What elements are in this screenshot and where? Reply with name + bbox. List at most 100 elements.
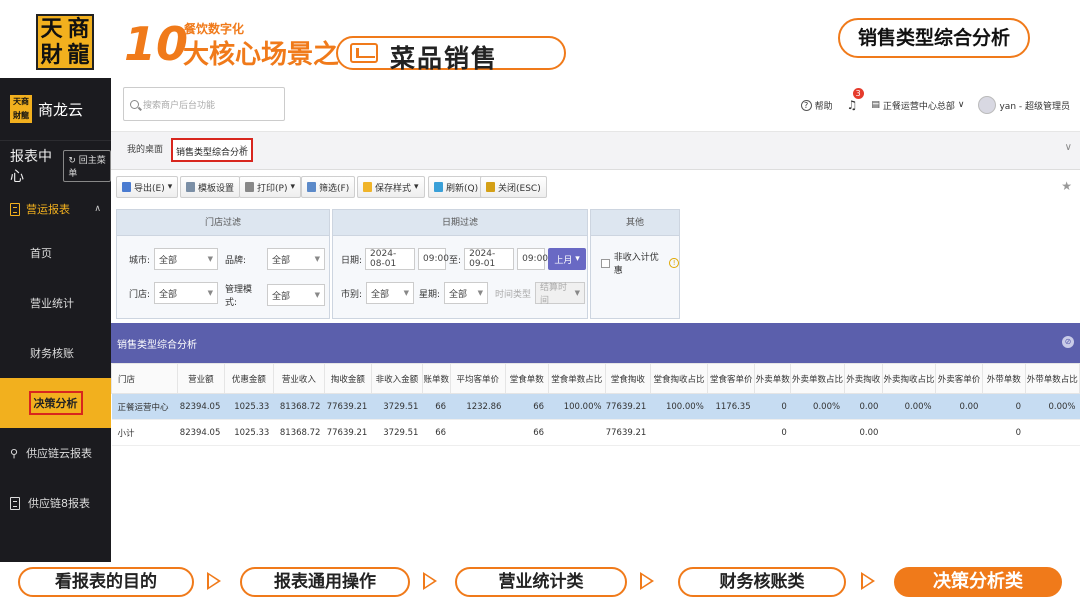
- non-income-checkbox[interactable]: [601, 258, 610, 268]
- section-title-pill: 销售类型综合分析: [838, 18, 1030, 58]
- mode-select[interactable]: 全部 ▼: [267, 284, 325, 306]
- table-cell: 77639.21: [324, 419, 372, 446]
- close-label: 关闭(ESC): [498, 183, 541, 194]
- close-button[interactable]: 关闭(ESC): [480, 176, 547, 198]
- shift-value: 全部: [371, 289, 390, 300]
- search-box[interactable]: 搜索商户后台功能: [123, 87, 285, 121]
- footer-item-finance[interactable]: 财务核账类: [678, 567, 846, 597]
- table-cell: 77639.21: [324, 393, 372, 420]
- column-header[interactable]: 账单数: [421, 363, 451, 394]
- shift-select[interactable]: 全部 ▼: [366, 282, 415, 304]
- to-label: 至:: [449, 255, 462, 266]
- column-header[interactable]: 外卖单数占比: [790, 363, 845, 394]
- footer-item-business-stats[interactable]: 营业统计类: [455, 567, 627, 597]
- org-switcher[interactable]: ▤ 正餐运营中心总部 ∨: [871, 99, 964, 112]
- column-header[interactable]: 堂食掏收占比: [649, 363, 709, 394]
- week-label: 星期:: [419, 289, 441, 300]
- column-header[interactable]: 外卖掏收占比: [881, 363, 937, 394]
- save-style-button[interactable]: 保存样式 ▾: [357, 176, 425, 198]
- store-select[interactable]: 全部 ▼: [154, 282, 219, 304]
- banner-number: 10: [124, 17, 189, 71]
- sidebar-item-decision-analysis[interactable]: 决策分析: [0, 378, 111, 428]
- chevron-down-icon: ▼: [314, 255, 320, 263]
- sidebar-brand: 天商財龍 商龙云: [0, 78, 111, 140]
- date-range: 日期: 2024-08-01 09:00 至: 2024-09-01 09:00…: [341, 248, 587, 270]
- table-cell: 3729.51: [371, 419, 423, 446]
- column-header[interactable]: 门店: [110, 363, 179, 394]
- column-header[interactable]: 堂食单数: [504, 363, 549, 394]
- chevron-down-icon[interactable]: ∨: [1065, 142, 1072, 153]
- report-title: 销售类型综合分析: [117, 339, 197, 351]
- time-from-input[interactable]: 09:00: [418, 248, 449, 270]
- search-input[interactable]: 搜索商户后台功能: [143, 98, 215, 111]
- column-header[interactable]: 堂食掏收: [605, 363, 651, 394]
- collapse-icon[interactable]: ⊘: [1062, 336, 1074, 348]
- table-row[interactable]: 正餐运营中心 82394.05 1025.33 81368.72 77639.21 372…: [111, 393, 1080, 420]
- column-header[interactable]: 外带单数: [981, 363, 1026, 394]
- report-icon: [10, 202, 20, 216]
- info-icon[interactable]: !: [669, 258, 679, 268]
- column-header[interactable]: 外带单数占比: [1024, 363, 1080, 394]
- sidebar-item-business-stats[interactable]: 营业统计: [0, 278, 111, 328]
- chevron-down-icon: ▼: [403, 289, 410, 297]
- column-header[interactable]: 外卖掏收: [843, 363, 883, 394]
- column-header[interactable]: 营业收入: [272, 363, 325, 394]
- footer-item-purpose[interactable]: 看报表的目的: [18, 567, 194, 597]
- time-type-select[interactable]: 结算时间 ▼: [535, 282, 586, 306]
- top-bar-actions: ? 帮助 ♫ 3 ▤ 正餐运营中心总部 ∨ yan - 超级管理员: [800, 78, 1070, 132]
- sidebar-item-finance[interactable]: 财务核账: [0, 328, 111, 378]
- notification-button[interactable]: ♫ 3: [847, 88, 864, 112]
- time-type-value: 结算时间: [540, 283, 568, 306]
- week-select[interactable]: 全部 ▼: [444, 282, 489, 304]
- sidebar-logo: 天商財龍: [10, 95, 32, 123]
- column-header[interactable]: 优惠金额: [223, 363, 274, 394]
- date-from-input[interactable]: 2024-08-01: [365, 248, 416, 270]
- back-to-main-button[interactable]: ↻ 回主菜单: [63, 149, 111, 182]
- table-cell: [450, 419, 506, 446]
- tab-my-desktop[interactable]: 我的桌面: [127, 142, 163, 155]
- column-header[interactable]: 外卖客单价: [935, 363, 983, 394]
- help-label: 帮助: [814, 101, 833, 112]
- sidebar-item-supply-8[interactable]: 供应链8报表: [0, 478, 111, 528]
- brand-filter: 品牌: 全部 ▼: [225, 248, 325, 270]
- chart-icon: [350, 43, 378, 63]
- last-month-button[interactable]: 上月 ▾: [548, 248, 587, 270]
- export-button[interactable]: 导出(E) ▾: [116, 176, 179, 198]
- pin-icon[interactable]: ★: [1061, 179, 1072, 193]
- print-button[interactable]: 打印(P) ▾: [239, 176, 301, 198]
- help-button[interactable]: ? 帮助: [800, 99, 833, 112]
- table-row[interactable]: 小计 82394.05 1025.33 81368.72 77639.21 3729.51…: [111, 419, 1080, 446]
- filter-button[interactable]: 筛选(F): [301, 176, 356, 198]
- date-to-input[interactable]: 2024-09-01: [464, 248, 515, 270]
- time-to-input[interactable]: 09:00: [517, 248, 548, 270]
- column-header[interactable]: 掏收金额: [323, 363, 372, 394]
- sidebar-item-supply-cloud[interactable]: ⚲ 供应链云报表: [0, 428, 111, 478]
- table-cell: [935, 419, 983, 446]
- user-menu[interactable]: yan - 超级管理员: [978, 96, 1070, 114]
- user-label: yan - 超级管理员: [999, 101, 1070, 112]
- banner-topic-text: 菜品销售: [390, 44, 499, 73]
- column-header[interactable]: 平均客单价: [449, 363, 506, 394]
- sidebar-item-home[interactable]: 首页: [0, 228, 111, 278]
- table-cell: [650, 419, 708, 446]
- table-cell: 66: [505, 419, 549, 446]
- column-header[interactable]: 营业额: [177, 363, 225, 394]
- footer-item-decision[interactable]: 决策分析类: [894, 567, 1062, 597]
- city-select[interactable]: 全部 ▼: [154, 248, 219, 270]
- column-header[interactable]: 堂食单数占比: [547, 363, 607, 394]
- sidebar-item-label: 供应链云报表: [26, 447, 93, 460]
- close-tab-icon[interactable]: ×: [239, 143, 247, 154]
- banner-title: 大核心场景之: [183, 40, 340, 70]
- sidebar-group-operations[interactable]: 营运报表 ∧: [0, 190, 111, 228]
- template-settings-button[interactable]: 模板设置: [180, 176, 241, 198]
- refresh-button[interactable]: 刷新(Q): [428, 176, 485, 198]
- brand-value: 全部: [272, 255, 291, 266]
- non-income-option: 非收入计优惠 !: [601, 250, 679, 276]
- chevron-down-icon: ▾: [290, 182, 295, 192]
- column-header[interactable]: 堂食客单价: [707, 363, 756, 394]
- brand-label: 品牌:: [225, 255, 247, 266]
- column-header[interactable]: 外卖单数: [754, 363, 792, 394]
- column-header[interactable]: 非收入金额: [370, 363, 423, 394]
- brand-select[interactable]: 全部 ▼: [267, 248, 325, 270]
- footer-item-common-ops[interactable]: 报表通用操作: [240, 567, 410, 597]
